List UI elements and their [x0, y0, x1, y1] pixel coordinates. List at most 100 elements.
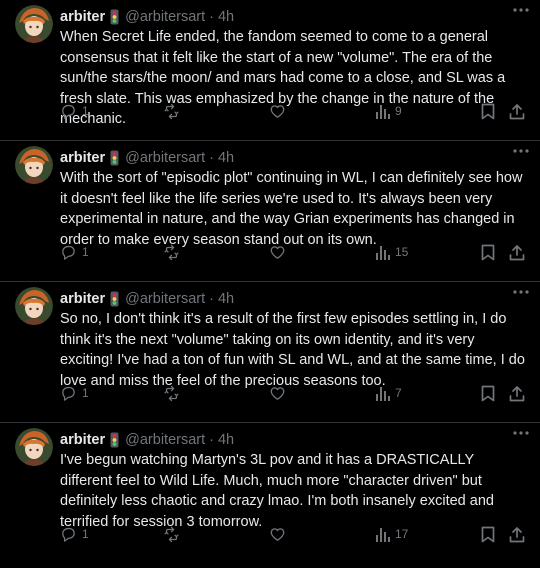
bookmark-icon	[481, 103, 495, 120]
share-button[interactable]	[509, 524, 525, 544]
repost-button[interactable]	[162, 242, 181, 262]
reply-button[interactable]: 1	[60, 383, 89, 403]
like-icon	[269, 526, 286, 543]
repost-icon	[162, 526, 181, 543]
more-icon[interactable]	[510, 2, 532, 18]
views-button[interactable]: 7	[375, 383, 402, 403]
share-icon	[509, 244, 525, 261]
repost-button[interactable]	[162, 383, 181, 403]
tweet[interactable]: arbiter @arbitersart · 4h I've begun wat…	[0, 423, 540, 568]
separator-dot: ·	[209, 291, 214, 307]
views-button[interactable]: 9	[375, 101, 402, 121]
timestamp[interactable]: 4h	[218, 291, 234, 307]
like-icon	[269, 103, 286, 120]
tweet-header: arbiter @arbitersart · 4h	[60, 289, 528, 309]
reply-count: 1	[82, 245, 89, 259]
reply-count: 1	[82, 386, 89, 400]
bookmark-icon	[481, 244, 495, 261]
separator-dot: ·	[209, 432, 214, 448]
tweet[interactable]: arbiter @arbitersart · 4h With the sort …	[0, 141, 540, 282]
tweet-actions: 1 17	[60, 524, 528, 544]
timestamp[interactable]: 4h	[218, 432, 234, 448]
bookmark-button[interactable]	[481, 524, 495, 544]
tweet-text: I've begun watching Martyn's 3L pov and …	[60, 452, 494, 530]
display-name[interactable]: arbiter	[60, 9, 105, 25]
reply-icon	[60, 244, 77, 261]
bookmark-icon	[481, 385, 495, 402]
bookmark-button[interactable]	[481, 383, 495, 403]
tweet-text: With the sort of "episodic plot" continu…	[60, 170, 523, 248]
repost-icon	[162, 385, 181, 402]
share-icon	[509, 385, 525, 402]
reply-count: 1	[82, 527, 89, 541]
reply-button[interactable]: 1	[60, 524, 89, 544]
like-button[interactable]	[269, 101, 286, 121]
separator-dot: ·	[209, 9, 214, 25]
user-handle[interactable]: @arbitersart	[125, 432, 205, 448]
bookmark-icon	[481, 526, 495, 543]
more-icon[interactable]	[510, 284, 532, 300]
repost-icon	[162, 103, 181, 120]
reply-count: 1	[82, 104, 89, 118]
views-icon	[375, 103, 390, 119]
like-icon	[269, 244, 286, 261]
user-handle[interactable]: @arbitersart	[125, 9, 205, 25]
views-count: 17	[395, 527, 409, 541]
reply-icon	[60, 385, 77, 402]
like-button[interactable]	[269, 524, 286, 544]
avatar[interactable]	[15, 5, 53, 43]
share-button[interactable]	[509, 383, 525, 403]
timestamp[interactable]: 4h	[218, 9, 234, 25]
tweet-header: arbiter @arbitersart · 4h	[60, 430, 528, 450]
bookmark-button[interactable]	[481, 242, 495, 262]
tweet[interactable]: arbiter @arbitersart · 4h When Secret Li…	[0, 0, 540, 141]
traffic-light-icon	[110, 291, 119, 307]
display-name[interactable]: arbiter	[60, 432, 105, 448]
traffic-light-icon	[110, 9, 119, 25]
traffic-light-icon	[110, 432, 119, 448]
display-name[interactable]: arbiter	[60, 291, 105, 307]
views-button[interactable]: 15	[375, 242, 408, 262]
views-icon	[375, 385, 390, 401]
views-icon	[375, 244, 390, 260]
views-count: 15	[395, 245, 409, 259]
separator-dot: ·	[209, 150, 214, 166]
views-button[interactable]: 17	[375, 524, 408, 544]
tweet-header: arbiter @arbitersart · 4h	[60, 7, 528, 27]
display-name[interactable]: arbiter	[60, 150, 105, 166]
repost-button[interactable]	[162, 524, 181, 544]
repost-button[interactable]	[162, 101, 181, 121]
tweet-header: arbiter @arbitersart · 4h	[60, 148, 528, 168]
views-icon	[375, 526, 390, 542]
tweet-thread: arbiter @arbitersart · 4h When Secret Li…	[0, 0, 540, 568]
share-icon	[509, 103, 525, 120]
views-count: 9	[395, 104, 402, 118]
share-button[interactable]	[509, 101, 525, 121]
user-handle[interactable]: @arbitersart	[125, 291, 205, 307]
share-button[interactable]	[509, 242, 525, 262]
reply-button[interactable]: 1	[60, 101, 89, 121]
avatar[interactable]	[15, 287, 53, 325]
like-button[interactable]	[269, 242, 286, 262]
share-icon	[509, 526, 525, 543]
timestamp[interactable]: 4h	[218, 150, 234, 166]
more-icon[interactable]	[510, 425, 532, 441]
reply-button[interactable]: 1	[60, 242, 89, 262]
tweet-actions: 1 7	[60, 383, 528, 403]
like-button[interactable]	[269, 383, 286, 403]
like-icon	[269, 385, 286, 402]
avatar[interactable]	[15, 428, 53, 466]
avatar[interactable]	[15, 146, 53, 184]
tweet-actions: 1 15	[60, 242, 528, 262]
more-icon[interactable]	[510, 143, 532, 159]
tweet-actions: 1 9	[60, 101, 528, 121]
bookmark-button[interactable]	[481, 101, 495, 121]
tweet[interactable]: arbiter @arbitersart · 4h So no, I don't…	[0, 282, 540, 423]
user-handle[interactable]: @arbitersart	[125, 150, 205, 166]
tweet-text: So no, I don't think it's a result of th…	[60, 311, 525, 389]
views-count: 7	[395, 386, 402, 400]
reply-icon	[60, 526, 77, 543]
reply-icon	[60, 103, 77, 120]
traffic-light-icon	[110, 150, 119, 166]
repost-icon	[162, 244, 181, 261]
